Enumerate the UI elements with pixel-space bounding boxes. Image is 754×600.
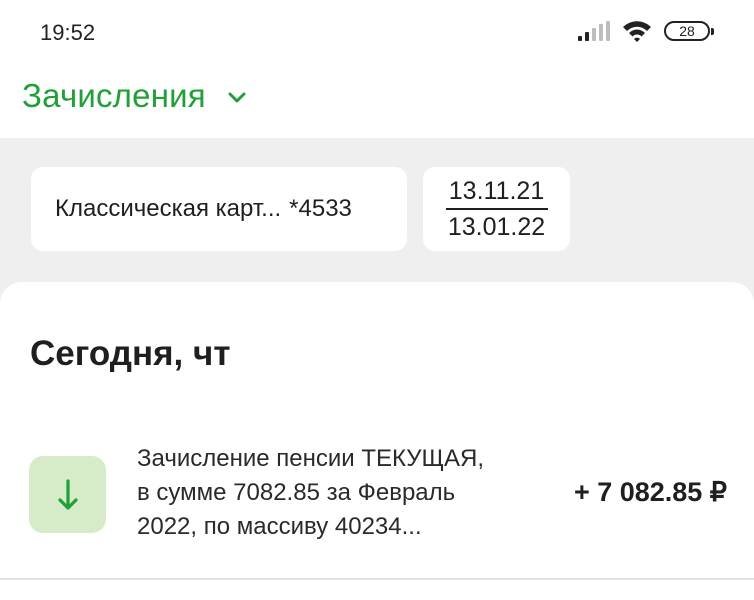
transaction-description-line: 2022, по массиву 40234... xyxy=(137,513,422,540)
date-to: 13.01.22 xyxy=(447,212,546,241)
transaction-description-line: в сумме 7082.85 за Февраль xyxy=(137,479,456,506)
transaction-description: Зачисление пенсии ТЕКУЩАЯ, в сумме 7082.… xyxy=(137,442,537,544)
signal-icon xyxy=(578,21,610,41)
divider xyxy=(0,578,754,580)
card-number: *4533 xyxy=(289,195,352,222)
transaction-row[interactable]: Зачисление пенсии ТЕКУЩАЯ, в сумме 7082.… xyxy=(0,442,754,558)
date-separator xyxy=(445,207,548,210)
header: Зачисления xyxy=(0,66,754,138)
status-time: 19:52 xyxy=(40,20,96,45)
chevron-down-icon xyxy=(228,92,246,103)
card-name: Классическая карт... xyxy=(55,195,282,222)
transaction-description-line: Зачисление пенсии ТЕКУЩАЯ, xyxy=(137,445,485,472)
operations-sheet: Сегодня, чт Зачисление пенсии ТЕКУЩАЯ, в… xyxy=(0,282,754,600)
wifi-icon xyxy=(623,21,651,42)
transaction-amount: + 7 082.85 ₽ xyxy=(573,477,727,507)
date-from: 13.11.21 xyxy=(448,176,545,205)
section-title: Сегодня, чт xyxy=(30,334,231,373)
date-range-chip[interactable]: 13.11.21 13.01.22 xyxy=(423,167,570,251)
page-title: Зачисления xyxy=(22,77,206,114)
battery-level: 28 xyxy=(679,23,695,39)
filters-bar: Классическая карт... *4533 13.11.21 13.0… xyxy=(0,138,754,288)
arrow-down-icon xyxy=(29,456,106,533)
card-filter-chip[interactable]: Классическая карт... *4533 xyxy=(31,167,407,251)
status-bar: 19:52 28 xyxy=(0,0,754,66)
battery-icon: 28 xyxy=(664,21,714,41)
operations-type-dropdown[interactable]: Зачисления xyxy=(22,77,246,115)
status-icons: 28 xyxy=(578,20,714,42)
